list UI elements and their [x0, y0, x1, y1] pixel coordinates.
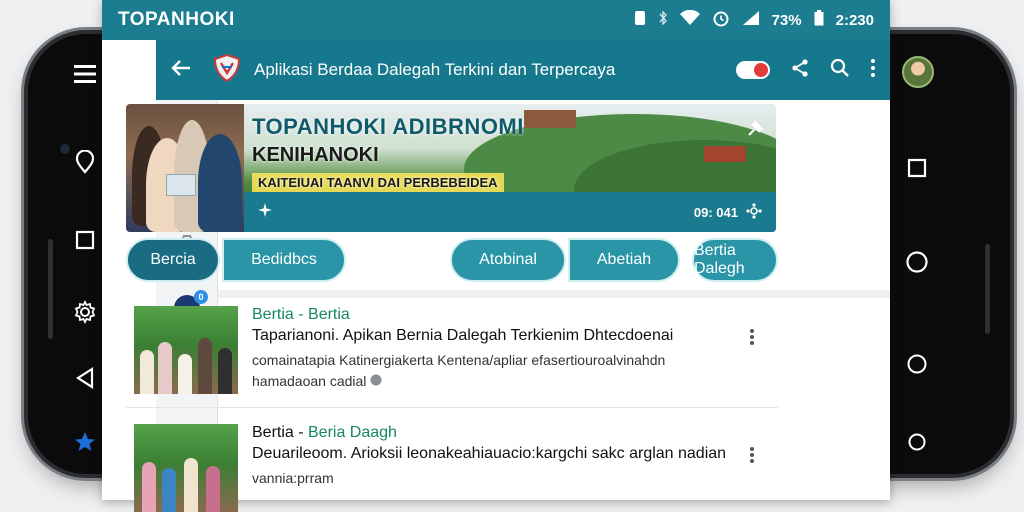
chip-2[interactable]: Atobinal — [450, 238, 566, 282]
recent-apps-square-icon[interactable] — [892, 148, 942, 188]
cellular-signal-icon — [742, 10, 760, 30]
circle-icon[interactable] — [892, 344, 942, 384]
news-more-icon[interactable] — [744, 444, 760, 466]
status-bar: TOPANHOKI 73% 2:230 — [102, 0, 890, 40]
banner-sparkle-icon — [258, 202, 272, 222]
news-title: Deuarileoom. Arioksii leonakeahiauacio:k… — [252, 445, 727, 462]
search-icon[interactable] — [830, 58, 850, 83]
news-more-icon[interactable] — [744, 326, 760, 348]
app-bar-actions — [736, 58, 876, 83]
status-icons: 73% 2:230 — [634, 9, 874, 31]
news-item[interactable]: Bertia - Bertia Taparianoni. Apikan Bern… — [126, 298, 778, 408]
news-desc-line: hamadaoan cadial — [252, 371, 732, 392]
chip-1[interactable]: Bedidbcs — [222, 238, 346, 282]
banner-pin-icon[interactable] — [746, 120, 764, 143]
small-circle-icon[interactable] — [892, 422, 942, 462]
banner-strip-info: 09: 041 — [693, 202, 762, 222]
battery-icon — [814, 10, 824, 30]
alarm-clock-icon — [712, 9, 730, 31]
news-category: Bertia - Bertia — [252, 306, 350, 323]
home-circle-icon[interactable] — [892, 242, 942, 282]
info-icon — [370, 373, 382, 389]
news-thumbnail — [134, 306, 238, 394]
hero-banner[interactable]: TOPANHOKI ADIBRNOMI KENIHANOKI KAITEIUAI… — [126, 104, 776, 232]
status-time: 2:230 — [835, 11, 874, 29]
banner-tagline: KAITEIUAI TAANVI DAI PERBEBEIDEA — [252, 173, 504, 192]
stage: TOPANHOKI 73% 2:230 Aplikasi Berdaa Dale… — [0, 0, 1024, 512]
share-icon[interactable] — [790, 58, 810, 83]
banner-strip-text: 09: 041 — [693, 204, 738, 220]
news-description: comainatapia Katinergiakerta Kentena/apl… — [252, 350, 732, 392]
side-button-left — [48, 239, 53, 339]
shield-logo-icon — [212, 53, 242, 88]
banner-subheadline: KENIHANOKI — [252, 144, 379, 166]
app-bar: Aplikasi Berdaa Dalegah Terkini dan Terp… — [156, 40, 890, 100]
news-thumbnail — [134, 424, 238, 512]
banner-text: TOPANHOKI ADIBRNOMI KENIHANOKI KAITEIUAI… — [252, 114, 524, 192]
app-title: Aplikasi Berdaa Dalegah Terkini dan Terp… — [254, 60, 616, 79]
back-arrow-icon[interactable] — [170, 58, 192, 83]
chip-4[interactable]: Bertia Dalegh — [692, 238, 778, 282]
banner-strip: 09: 041 — [244, 192, 776, 232]
banner-gear-icon[interactable] — [746, 202, 762, 222]
section-divider — [218, 290, 890, 298]
banner-people-photo — [126, 104, 244, 232]
banner-headline: TOPANHOKI ADIBRNOMI — [252, 114, 524, 139]
right-rail — [890, 40, 950, 460]
news-title: Taparianoni. Apikan Bernia Dalegah Terki… — [252, 327, 674, 344]
phone-status-icon — [634, 10, 646, 30]
battery-percent: 73% — [771, 11, 802, 29]
wifi-icon — [679, 9, 700, 30]
news-desc-line: vannia:prram — [252, 470, 334, 486]
profile-avatar[interactable] — [902, 56, 934, 88]
status-brand: TOPANHOKI — [118, 9, 235, 30]
more-vertical-icon[interactable] — [870, 58, 876, 83]
news-category: Beria Daagh — [308, 424, 397, 441]
news-category-prefix: Bertia - — [252, 424, 304, 441]
chip-0[interactable]: Bercia — [126, 238, 220, 282]
bluetooth-icon — [658, 10, 668, 29]
side-button-right — [985, 244, 990, 334]
news-list: Bertia - Bertia Taparianoni. Apikan Bern… — [126, 298, 778, 512]
news-desc-line: comainatapia Katinergiakerta Kentena/apl… — [252, 352, 666, 368]
mode-toggle[interactable] — [736, 61, 770, 79]
news-description: vannia:prram — [252, 468, 732, 489]
category-chips: Bercia Bedidbcs Atobinal Abetiah Bertia … — [126, 238, 778, 284]
news-item[interactable]: Bertia - Beria Daagh Deuarileoom. Arioks… — [126, 416, 778, 512]
chip-3[interactable]: Abetiah — [568, 238, 680, 282]
